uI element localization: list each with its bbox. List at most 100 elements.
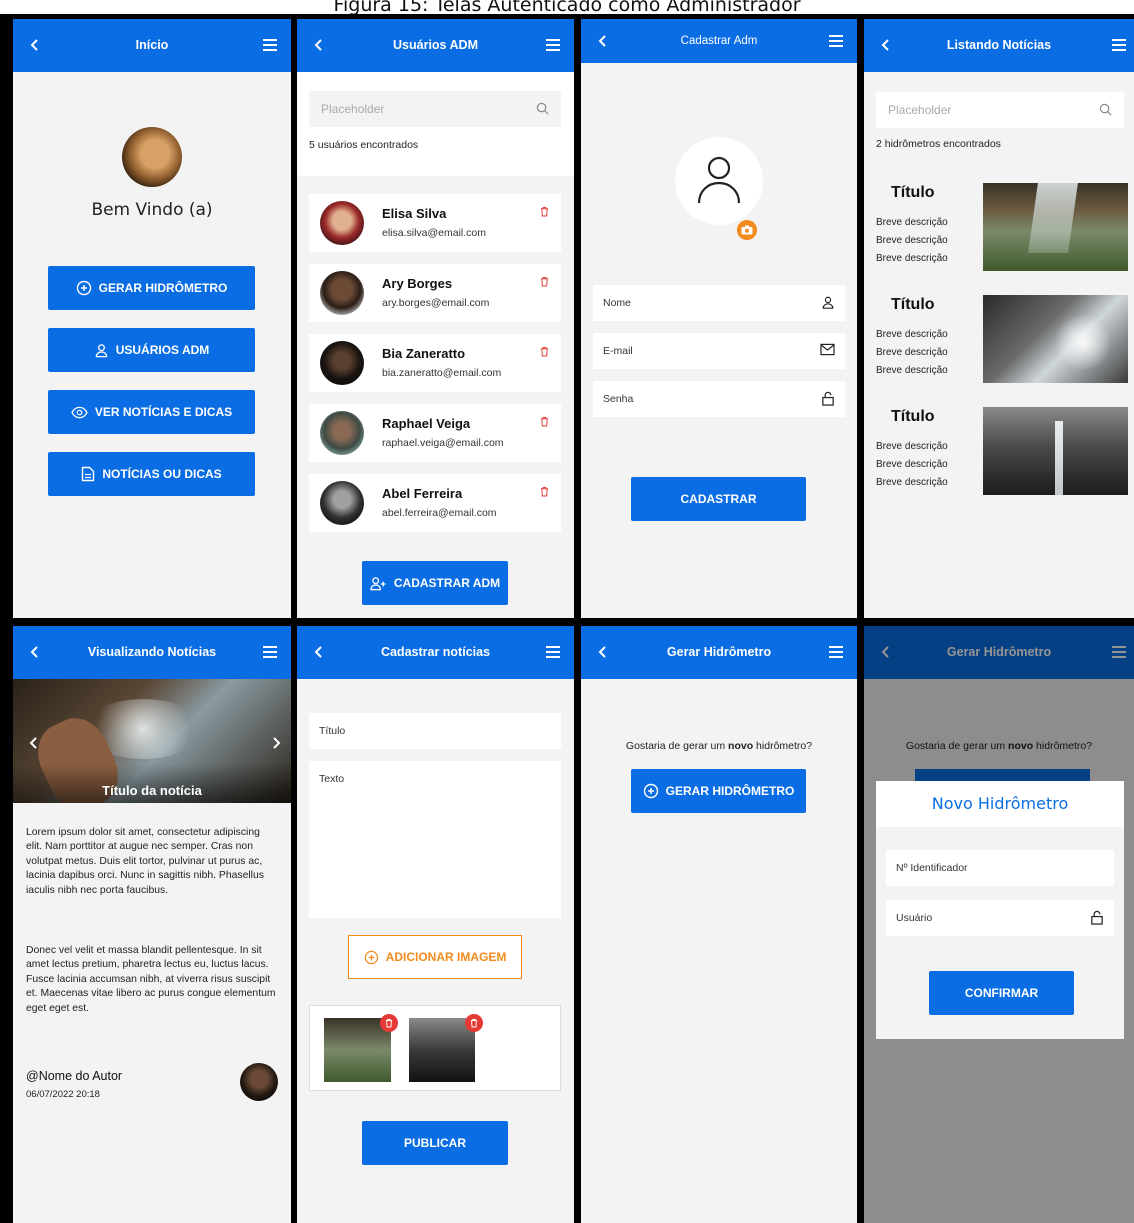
field-label: Texto (319, 773, 345, 785)
news-title: Título (891, 184, 935, 201)
email-field[interactable]: E-mail (593, 333, 845, 369)
user-card[interactable]: Ary Borges ary.borges@email.com (309, 264, 561, 322)
eye-icon (71, 406, 88, 418)
news-description: Breve descrição Breve descrição Breve desc… (876, 329, 948, 376)
user-name: Ary Borges (382, 276, 453, 291)
user-icon (822, 296, 834, 309)
modal-title: Novo Hidrômetro (931, 794, 1069, 813)
screen-title: Cadastrar notícias (380, 645, 491, 659)
user-email: abel.ferreira@email.com (382, 507, 497, 519)
user-card[interactable]: Bia Zaneratto bia.zaneratto@email.com (309, 334, 561, 392)
noticias-dicas-button[interactable]: NOTÍCIAS OU DICAS (48, 452, 255, 496)
user-card[interactable]: Elisa Silva elisa.silva@email.com (309, 194, 561, 252)
menu-icon[interactable] (546, 39, 560, 51)
news-thumbnail[interactable] (983, 295, 1128, 383)
add-user-icon (370, 576, 386, 590)
texto-field[interactable]: Texto (309, 761, 561, 918)
gerar-hidrometro-button[interactable]: GERAR HIDRÔMETRO (48, 266, 255, 310)
question-text: Gostaria de gerar um novo hidrômetro? (625, 740, 813, 752)
news-title: Título (891, 408, 935, 425)
identificador-field[interactable]: Nº Identificador (886, 850, 1114, 886)
search-input[interactable]: Placeholder (309, 91, 561, 127)
trash-icon[interactable] (540, 276, 549, 287)
trash-icon[interactable] (540, 486, 549, 497)
search-input[interactable]: Placeholder (876, 92, 1124, 128)
button-label: VER NOTÍCIAS E DICAS (94, 405, 233, 419)
document-icon (82, 466, 95, 482)
search-placeholder: Placeholder (888, 103, 952, 117)
senha-field[interactable]: Senha (593, 381, 845, 417)
trash-icon[interactable] (380, 1014, 398, 1032)
publicar-button[interactable]: PUBLICAR (362, 1121, 508, 1165)
screen-title: Usuários ADM (393, 38, 478, 52)
button-label: CADASTRAR ADM (393, 576, 501, 590)
titulo-field[interactable]: Título (309, 713, 561, 749)
trash-icon[interactable] (540, 346, 549, 357)
news-thumbnail[interactable] (983, 183, 1128, 271)
menu-icon[interactable] (1112, 39, 1126, 51)
top-bar: Cadastrar notícias (297, 626, 574, 679)
user-card[interactable]: Raphael Veiga raphael.veiga@email.com (309, 404, 561, 462)
trash-icon[interactable] (540, 206, 549, 217)
usuario-field[interactable]: Usuário (886, 900, 1114, 936)
news-title: Título (891, 296, 935, 313)
confirmar-button[interactable]: CONFIRMAR (929, 971, 1074, 1015)
field-label: E-mail (603, 345, 633, 357)
menu-icon[interactable] (263, 39, 277, 51)
menu-icon[interactable] (546, 646, 560, 658)
cadastrar-button[interactable]: CADASTRAR (631, 477, 806, 521)
screen-cadastrar-noticias: Cadastrar notícias Título Texto ADICIONA… (297, 626, 574, 1223)
results-count: 2 hidrômetros encontrados (876, 138, 1001, 150)
cadastrar-adm-button[interactable]: CADASTRAR ADM (362, 561, 508, 605)
modal-dialog: Novo Hidrômetro Nº Identificador Usuário… (876, 781, 1124, 1039)
gallery-image[interactable] (409, 1018, 475, 1082)
trash-icon[interactable] (465, 1014, 483, 1032)
button-label: ADICIONAR IMAGEM (385, 950, 507, 964)
screen-title: Listando Notícias (946, 38, 1052, 52)
button-label: NOTÍCIAS OU DICAS (102, 467, 222, 481)
field-label: Usuário (896, 912, 933, 924)
screens-grid: Início Bem Vindo (a) GERAR HIDRÔMETRO US… (0, 14, 1134, 1223)
news-thumbnail[interactable] (983, 407, 1128, 495)
user-email: bia.zaneratto@email.com (382, 367, 502, 379)
field-label: Senha (603, 393, 634, 405)
user-email: raphael.veiga@email.com (382, 437, 504, 449)
screen-visualizando-noticias: Visualizando Notícias Título da notícia … (13, 626, 291, 1223)
menu-icon[interactable] (829, 646, 843, 658)
results-count: 5 usuários encontrados (309, 139, 419, 151)
avatar (320, 481, 364, 525)
field-label: Nome (603, 297, 632, 309)
news-description: Breve descrição Breve descrição Breve desc… (876, 441, 948, 488)
menu-icon[interactable] (829, 35, 843, 47)
nome-field[interactable]: Nome (593, 285, 845, 321)
button-label: GERAR HIDRÔMETRO (98, 281, 228, 295)
news-description: Breve descrição Breve descrição Breve desc… (876, 217, 948, 264)
user-card[interactable]: Abel Ferreira abel.ferreira@email.com (309, 474, 561, 532)
adicionar-imagem-button[interactable]: ADICIONAR IMAGEM (348, 935, 522, 979)
button-label: CONFIRMAR (964, 986, 1039, 1000)
screen-listando-noticias: Listando Notícias Placeholder 2 hidrômet… (864, 19, 1134, 618)
user-name: Bia Zaneratto (382, 346, 466, 361)
author-avatar (240, 1063, 278, 1101)
lock-icon (822, 391, 834, 406)
top-bar: Visualizando Notícias (13, 626, 291, 679)
lock-icon (1091, 910, 1103, 925)
gerar-hidrometro-button[interactable]: GERAR HIDRÔMETRO (631, 769, 806, 813)
publish-date: 06/07/2022 20:18 (26, 1089, 100, 1100)
screen-title: Cadastrar Adm (680, 35, 758, 47)
button-label: PUBLICAR (404, 1136, 466, 1150)
screen-title: Visualizando Notícias (87, 645, 217, 659)
ver-noticias-button[interactable]: VER NOTÍCIAS E DICAS (48, 390, 255, 434)
top-bar: Listando Notícias (864, 19, 1134, 72)
user-icon (95, 343, 108, 357)
menu-icon[interactable] (263, 646, 277, 658)
user-name: Elisa Silva (382, 206, 447, 221)
user-email: ary.borges@email.com (382, 297, 490, 309)
camera-icon[interactable] (737, 220, 757, 240)
trash-icon[interactable] (540, 416, 549, 427)
carousel-prev-icon[interactable] (29, 736, 39, 750)
carousel-next-icon[interactable] (271, 736, 281, 750)
usuarios-adm-button[interactable]: USUÁRIOS ADM (48, 328, 255, 372)
top-bar: Usuários ADM (297, 19, 574, 72)
avatar-placeholder[interactable] (675, 137, 763, 240)
